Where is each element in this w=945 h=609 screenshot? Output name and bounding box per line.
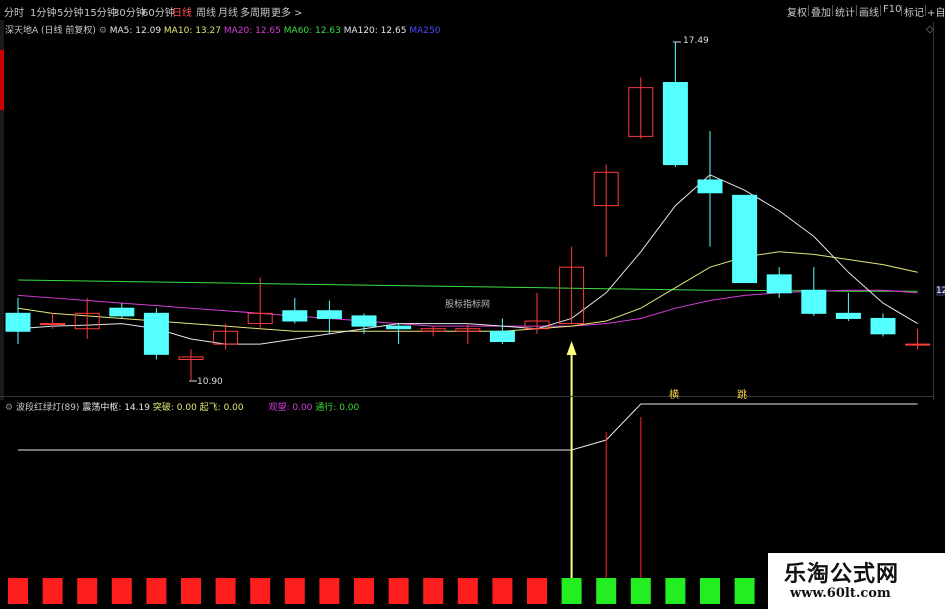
signal-light (250, 578, 271, 604)
signal-light (457, 578, 478, 604)
signal-light (700, 578, 720, 604)
candle-body (386, 325, 412, 330)
signal-light (423, 578, 444, 604)
candle-body (5, 312, 31, 332)
candle-body (489, 330, 515, 343)
candle-body (282, 310, 308, 322)
signal-light (8, 578, 28, 604)
indicator-legend: ⚙ 波段红绿灯(89) 震荡中枢: 14.19 突破: 0.00 起飞: 0.0… (5, 400, 359, 413)
signal-light (630, 578, 651, 604)
candle-body (835, 312, 861, 319)
indicator-pivot: 震荡中枢: 14.19 (82, 403, 150, 413)
watermark-text: 股标指标网 (445, 300, 491, 310)
signal-light (77, 578, 98, 604)
signal-light (492, 578, 513, 604)
candle-body (351, 315, 377, 327)
candle-body (766, 274, 792, 294)
indicator-takeoff: 起飞: 0.00 (199, 403, 244, 413)
site-logo: 乐淘公式网 www.60lt.com (768, 553, 945, 609)
panel-divider (0, 396, 933, 397)
signal-light (319, 578, 340, 604)
signal-light (146, 578, 167, 604)
mark-label-1: 横 (669, 390, 679, 401)
signal-arrowhead (566, 341, 577, 355)
signal-light (354, 578, 374, 604)
signal-light (596, 578, 617, 604)
indicator-breakout: 突破: 0.00 (152, 403, 197, 413)
candle-body (143, 312, 169, 355)
settings-icon[interactable]: ⚙ (5, 403, 13, 413)
indicator-wait: 观望: 0.00 (268, 403, 313, 413)
indicator-name[interactable]: 波段红绿灯(89) (16, 403, 79, 413)
logo-url: www.60lt.com (790, 586, 891, 601)
candle-body (801, 289, 827, 314)
candle-body (870, 317, 896, 335)
signal-light (734, 578, 755, 604)
logo-title: 乐淘公式网 (784, 562, 900, 587)
candle-body (40, 323, 66, 326)
low-price-label: 10.90 (197, 377, 223, 387)
candle-body (316, 310, 342, 319)
candle-body (905, 343, 931, 346)
candle-body (109, 307, 135, 317)
candle-body (662, 82, 688, 166)
mark-label-2: 跳 (737, 390, 747, 401)
candle-body (732, 194, 758, 284)
signal-light (111, 578, 132, 604)
signal-light (42, 578, 63, 604)
signal-light (284, 578, 305, 604)
signal-light (561, 578, 582, 604)
signal-light (215, 578, 236, 604)
candle-body (697, 179, 723, 194)
signal-light (181, 578, 201, 604)
indicator-pass: 通行: 0.00 (315, 403, 360, 413)
signal-light (665, 578, 686, 604)
high-price-label: 17.49 (683, 36, 709, 46)
signal-light (527, 578, 547, 604)
signal-light (388, 578, 409, 604)
